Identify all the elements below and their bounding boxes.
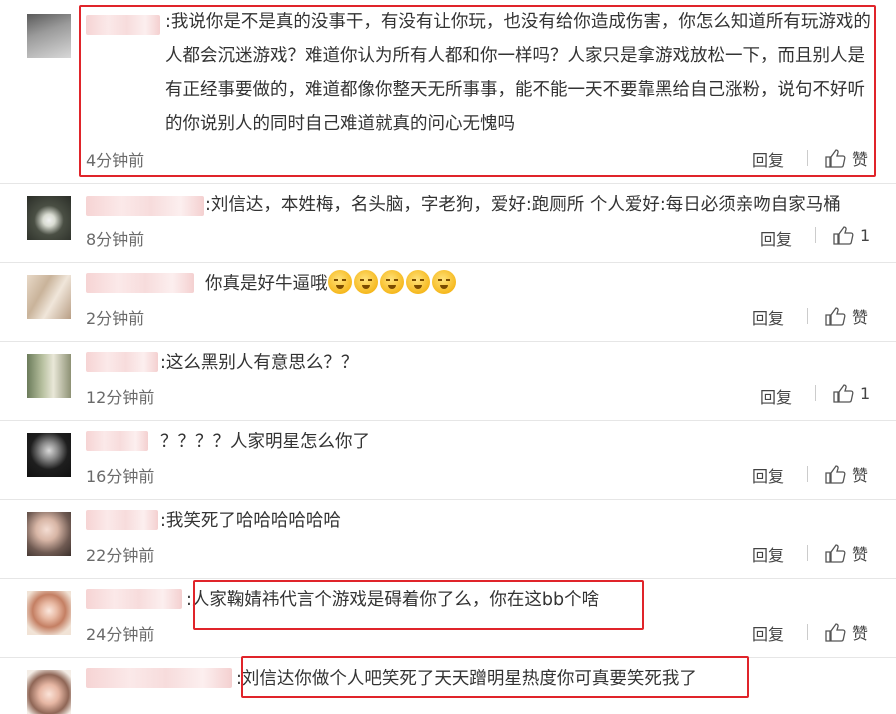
comment-text: :这么黑别人有意思么？？ bbox=[160, 353, 359, 373]
comment-item: :我笑死了哈哈哈哈哈哈 22分钟前 回复 赞 bbox=[0, 500, 896, 578]
highlight-box bbox=[79, 5, 876, 177]
avatar[interactable] bbox=[27, 275, 71, 319]
avatar[interactable] bbox=[27, 14, 71, 58]
highlight-box bbox=[193, 580, 644, 630]
username-blurred[interactable] bbox=[86, 352, 158, 372]
comment-item: :刘信达，本姓梅，名头脑，字老狗，爱好:跑厕所 个人爱好:每日必须亲吻自家马桶 … bbox=[0, 184, 896, 262]
thumbs-up-icon bbox=[832, 225, 854, 245]
comment-time: 16分钟前 bbox=[86, 467, 155, 486]
username-blurred[interactable] bbox=[86, 668, 232, 688]
divider bbox=[807, 308, 808, 324]
thumbs-up-icon bbox=[832, 383, 854, 403]
divider bbox=[815, 385, 816, 401]
grimace-emoji-icon bbox=[405, 270, 430, 294]
like-button[interactable]: 赞 bbox=[807, 541, 868, 565]
username-blurred[interactable] bbox=[86, 273, 194, 293]
avatar[interactable] bbox=[27, 512, 71, 556]
comment-text: 你真是好牛逼哦 bbox=[205, 267, 458, 301]
grimace-emoji-icon bbox=[431, 270, 456, 294]
divider bbox=[807, 545, 808, 561]
like-button[interactable]: 赞 bbox=[807, 620, 868, 644]
username-blurred[interactable] bbox=[86, 510, 158, 530]
comment-time: 8分钟前 bbox=[86, 230, 145, 249]
comment-text: :我笑死了哈哈哈哈哈哈 bbox=[160, 511, 341, 531]
reply-button[interactable]: 回复 bbox=[752, 542, 784, 566]
comment-item: ？？？？人家明星怎么你了 16分钟前 回复 赞 bbox=[0, 421, 896, 499]
reply-button[interactable]: 回复 bbox=[760, 384, 792, 408]
divider bbox=[807, 466, 808, 482]
like-label: 赞 bbox=[852, 308, 869, 327]
divider bbox=[815, 227, 816, 243]
comment-time: 2分钟前 bbox=[86, 309, 145, 328]
thumbs-up-icon bbox=[824, 306, 846, 326]
grimace-emoji-icon bbox=[379, 270, 404, 294]
like-button[interactable]: 1 bbox=[815, 225, 870, 245]
username-blurred[interactable] bbox=[86, 589, 182, 609]
avatar[interactable] bbox=[27, 433, 71, 477]
avatar[interactable] bbox=[27, 196, 71, 240]
divider bbox=[807, 624, 808, 640]
grimace-emoji-icon bbox=[353, 270, 378, 294]
like-button[interactable]: 1 bbox=[815, 383, 870, 403]
thumbs-up-icon bbox=[824, 464, 846, 484]
comment-text-content: 你真是好牛逼哦 bbox=[205, 274, 328, 294]
reply-button[interactable]: 回复 bbox=[752, 463, 784, 487]
like-count: 1 bbox=[860, 225, 871, 245]
reply-button[interactable]: 回复 bbox=[752, 305, 784, 329]
like-label: 赞 bbox=[852, 466, 869, 485]
avatar[interactable] bbox=[27, 354, 71, 398]
like-label: 赞 bbox=[852, 545, 869, 564]
username-blurred[interactable] bbox=[86, 196, 204, 216]
comment-item: :这么黑别人有意思么？？ 12分钟前 回复 1 bbox=[0, 342, 896, 420]
username-blurred[interactable] bbox=[86, 431, 148, 451]
like-button[interactable]: 赞 bbox=[807, 304, 868, 328]
avatar[interactable] bbox=[27, 591, 71, 635]
highlight-box bbox=[241, 656, 749, 698]
reply-button[interactable]: 回复 bbox=[760, 226, 792, 250]
comment-time: 12分钟前 bbox=[86, 388, 155, 407]
like-label: 赞 bbox=[852, 624, 869, 643]
thumbs-up-icon bbox=[824, 622, 846, 642]
comment-time: 24分钟前 bbox=[86, 625, 155, 644]
like-button[interactable]: 赞 bbox=[807, 462, 868, 486]
comment-time: 22分钟前 bbox=[86, 546, 155, 565]
comment-item: 你真是好牛逼哦 2分钟前 回复 赞 bbox=[0, 263, 896, 341]
grimace-emoji-icon bbox=[327, 270, 352, 294]
reply-button[interactable]: 回复 bbox=[752, 621, 784, 645]
comment-text: ？？？？人家明星怎么你了 bbox=[160, 432, 370, 452]
comment-text: :刘信达，本姓梅，名头脑，字老狗，爱好:跑厕所 个人爱好:每日必须亲吻自家马桶 bbox=[205, 195, 841, 215]
avatar[interactable] bbox=[27, 670, 71, 714]
thumbs-up-icon bbox=[824, 543, 846, 563]
like-count: 1 bbox=[860, 383, 871, 403]
